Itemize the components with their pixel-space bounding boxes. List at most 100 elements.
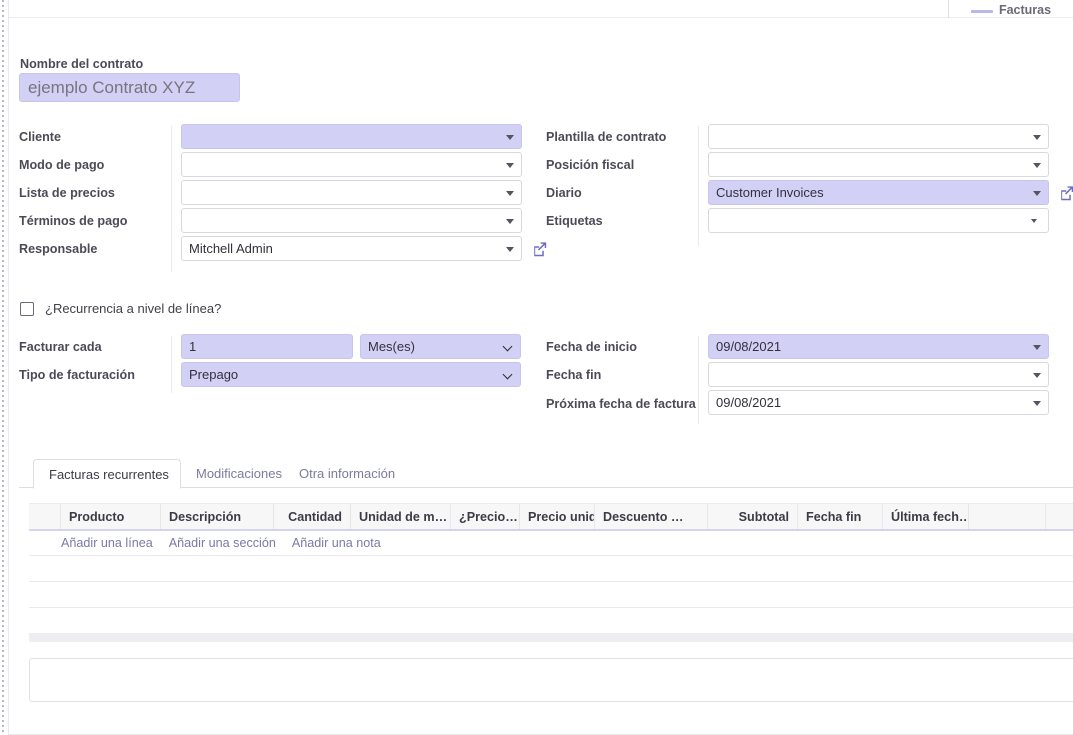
open-diario-external-link-icon[interactable] bbox=[1058, 184, 1073, 202]
col-descuento[interactable]: Descuento … bbox=[595, 504, 708, 529]
proxima-fecha-de-factura-input[interactable]: 09/08/2021 bbox=[708, 390, 1049, 415]
facturar-cada-unit-select[interactable]: Mes(es) bbox=[360, 334, 521, 359]
field-plantilla-de-contrato: Plantilla de contrato bbox=[546, 124, 1063, 149]
responsable-input[interactable]: Mitchell Admin bbox=[181, 236, 522, 261]
tab-label: Modificaciones bbox=[196, 466, 282, 481]
col-unidad-de-medida[interactable]: Unidad de m… bbox=[351, 504, 451, 529]
smart-button-bar: Facturas bbox=[9, 0, 1073, 18]
tab-modificaciones[interactable]: Modificaciones bbox=[181, 459, 297, 488]
col-spacer-1 bbox=[969, 504, 1046, 529]
col-ultima-fecha[interactable]: Última fech… bbox=[883, 504, 969, 529]
chevron-down-icon[interactable] bbox=[506, 190, 514, 196]
field-label-modo-de-pago: Modo de pago bbox=[19, 158, 105, 172]
chevron-down-icon[interactable] bbox=[506, 162, 514, 168]
field-label-cliente: Cliente bbox=[19, 130, 61, 144]
chevron-down-icon[interactable] bbox=[1033, 372, 1041, 378]
field-label-lista-de-precios: Lista de precios bbox=[19, 186, 115, 200]
field-fecha-fin: Fecha fin bbox=[546, 362, 1063, 387]
tipo-de-facturacion-value: Prepago bbox=[189, 367, 239, 382]
add-line-link[interactable]: Añadir una línea bbox=[61, 536, 153, 550]
recurrence-right-separator bbox=[698, 336, 699, 424]
notebook-tabs: Facturas recurrentes Modificaciones Otra… bbox=[19, 459, 1073, 489]
form-sheet: Nombre del contrato ejemplo Contrato XYZ… bbox=[9, 19, 1073, 735]
chevron-down-icon[interactable] bbox=[1033, 344, 1041, 350]
stat-button-facturas[interactable]: Facturas bbox=[948, 0, 1073, 18]
add-section-link[interactable]: Añadir una sección bbox=[169, 536, 276, 550]
table-add-row: Añadir una línea Añadir una sección Añad… bbox=[29, 531, 1073, 556]
diario-value: Customer Invoices bbox=[716, 185, 824, 200]
chevron-down-icon[interactable] bbox=[1031, 218, 1037, 223]
tipo-de-facturacion-select[interactable]: Prepago bbox=[181, 362, 521, 387]
field-tipo-de-facturacion: Tipo de facturación Prepago bbox=[19, 362, 522, 387]
add-note-link[interactable]: Añadir una nota bbox=[292, 536, 381, 550]
group-right-separator bbox=[698, 126, 699, 246]
field-terminos-de-pago: Términos de pago bbox=[19, 208, 522, 233]
fecha-de-inicio-value: 09/08/2021 bbox=[716, 339, 782, 354]
cliente-input[interactable] bbox=[181, 124, 522, 149]
terminos-de-pago-input[interactable] bbox=[181, 208, 522, 233]
field-label-posicion-fiscal: Posición fiscal bbox=[546, 158, 635, 172]
etiquetas-input[interactable] bbox=[708, 208, 1049, 233]
lista-de-precios-input[interactable] bbox=[181, 180, 522, 205]
responsable-value: Mitchell Admin bbox=[189, 241, 273, 256]
chevron-down-icon[interactable] bbox=[1033, 134, 1041, 140]
col-precio-flag[interactable]: ¿Precio… bbox=[451, 504, 520, 529]
tab-otra-informacion[interactable]: Otra información bbox=[284, 459, 410, 488]
contract-name-input[interactable]: ejemplo Contrato XYZ bbox=[19, 73, 240, 102]
field-label-tipo-de-facturacion: Tipo de facturación bbox=[19, 368, 135, 382]
col-producto[interactable]: Producto bbox=[61, 504, 161, 529]
line-recurrence-checkbox-row[interactable]: ¿Recurrencia a nivel de línea? bbox=[20, 301, 221, 316]
terms-note-box[interactable] bbox=[29, 658, 1073, 702]
col-precio-unidad[interactable]: Precio unid… bbox=[520, 504, 595, 529]
chevron-down-icon[interactable] bbox=[504, 343, 512, 351]
col-descripcion[interactable]: Descripción bbox=[161, 504, 274, 529]
field-lista-de-precios: Lista de precios bbox=[19, 180, 522, 205]
stat-button-label: Facturas bbox=[998, 3, 1052, 17]
proxima-fecha-de-factura-value: 09/08/2021 bbox=[716, 395, 782, 410]
plantilla-de-contrato-input[interactable] bbox=[708, 124, 1049, 149]
fecha-de-inicio-input[interactable]: 09/08/2021 bbox=[708, 334, 1049, 359]
field-label-facturar-cada: Facturar cada bbox=[19, 340, 102, 354]
modo-de-pago-input[interactable] bbox=[181, 152, 522, 177]
field-label-diario: Diario bbox=[546, 186, 582, 200]
open-responsable-external-link-icon[interactable] bbox=[531, 240, 549, 258]
tab-facturas-recurrentes[interactable]: Facturas recurrentes bbox=[33, 459, 181, 489]
field-modo-de-pago: Modo de pago bbox=[19, 152, 522, 177]
group-left-separator bbox=[171, 126, 172, 272]
col-fecha-fin[interactable]: Fecha fin bbox=[798, 504, 883, 529]
diario-input[interactable]: Customer Invoices bbox=[708, 180, 1049, 205]
tab-label: Facturas recurrentes bbox=[49, 466, 169, 482]
col-spacer-2 bbox=[1046, 504, 1073, 529]
col-handle bbox=[29, 504, 61, 529]
main-group-left: Cliente Modo de pago Lista de precios Té… bbox=[19, 124, 547, 272]
col-cantidad[interactable]: Cantidad bbox=[274, 504, 351, 529]
chevron-down-icon[interactable] bbox=[1033, 190, 1041, 196]
field-responsable: Responsable Mitchell Admin bbox=[19, 236, 547, 261]
tab-label: Otra información bbox=[299, 466, 396, 481]
facturar-cada-interval-value: 1 bbox=[189, 339, 197, 354]
chevron-down-icon[interactable] bbox=[504, 371, 512, 379]
fecha-fin-input[interactable] bbox=[708, 362, 1049, 387]
field-label-terminos-de-pago: Términos de pago bbox=[19, 214, 128, 228]
chevron-down-icon[interactable] bbox=[1033, 162, 1041, 168]
contract-lines-table: Producto Descripción Cantidad Unidad de … bbox=[29, 503, 1073, 608]
contract-name-placeholder: ejemplo Contrato XYZ bbox=[28, 77, 196, 97]
odoo-recurring-contract-form: Facturas Nombre del contrato ejemplo Con… bbox=[0, 0, 1073, 735]
line-recurrence-label: ¿Recurrencia a nivel de línea? bbox=[45, 301, 222, 316]
chevron-down-icon[interactable] bbox=[506, 246, 514, 252]
chevron-down-icon[interactable] bbox=[1033, 400, 1041, 406]
recurrence-left-separator bbox=[171, 336, 172, 393]
table-empty-row bbox=[29, 556, 1073, 582]
posicion-fiscal-input[interactable] bbox=[708, 152, 1049, 177]
recurrence-group-right: Fecha de inicio 09/08/2021 Fecha fin Pró… bbox=[546, 334, 1063, 424]
col-subtotal[interactable]: Subtotal bbox=[708, 504, 798, 529]
facturar-cada-interval-input[interactable]: 1 bbox=[181, 334, 353, 359]
chevron-down-icon[interactable] bbox=[506, 218, 514, 224]
field-diario: Diario Customer Invoices bbox=[546, 180, 1073, 205]
facturar-cada-unit-value: Mes(es) bbox=[368, 339, 415, 354]
line-recurrence-checkbox[interactable] bbox=[20, 301, 34, 316]
totals-separator-bar bbox=[29, 633, 1073, 642]
field-label-plantilla-de-contrato: Plantilla de contrato bbox=[546, 130, 667, 144]
chevron-down-icon[interactable] bbox=[506, 134, 514, 140]
field-facturar-cada: Facturar cada 1 Mes(es) bbox=[19, 334, 522, 359]
